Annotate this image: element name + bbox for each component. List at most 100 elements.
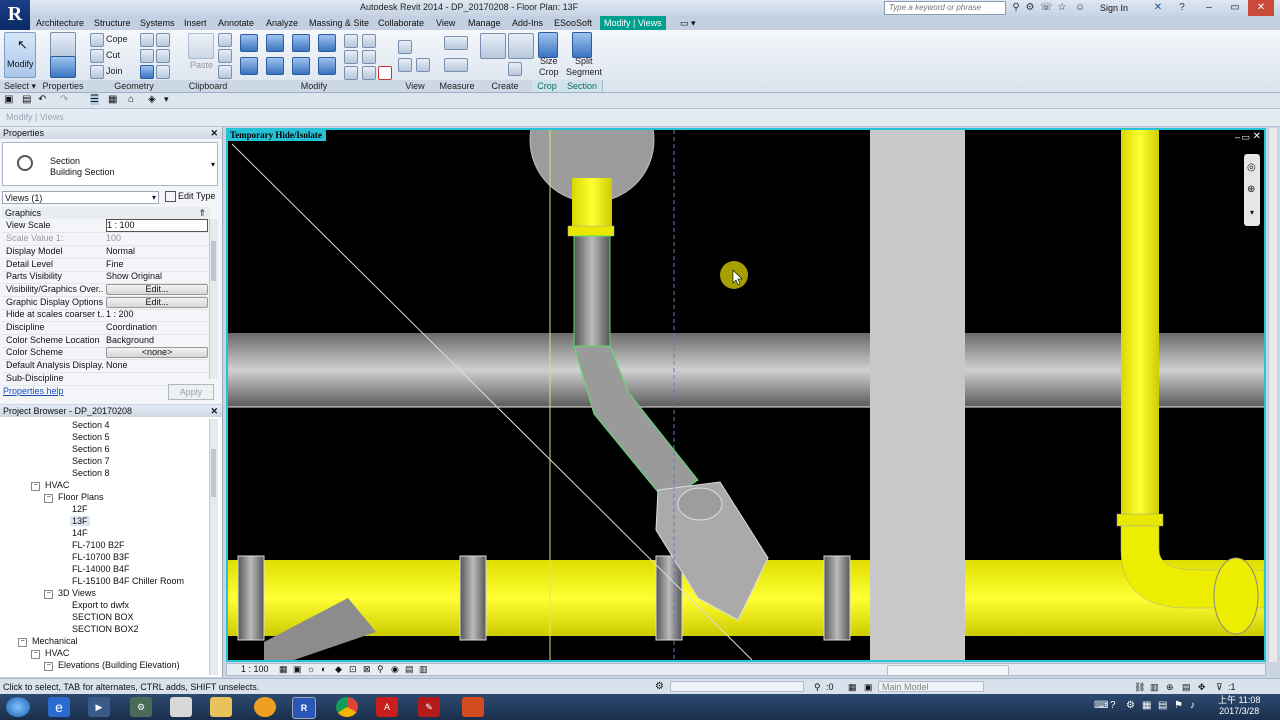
detail-level-icon[interactable]: ▦ bbox=[279, 664, 288, 675]
tree-item[interactable]: SECTION BOX2 bbox=[72, 624, 139, 634]
minimize-view-icon[interactable]: – bbox=[1235, 132, 1240, 142]
collapse-icon[interactable]: − bbox=[44, 590, 53, 599]
tab-annotate[interactable]: Annotate bbox=[214, 16, 258, 30]
property-row[interactable]: Default Analysis Display... None bbox=[2, 359, 207, 373]
qat-dropdown-icon[interactable]: ▾ bbox=[164, 94, 169, 105]
tree-item[interactable]: Section 4 bbox=[72, 420, 110, 430]
minimize-icon[interactable]: – bbox=[1196, 0, 1222, 16]
section-view-icon[interactable]: ◈ bbox=[148, 94, 156, 105]
tree-item[interactable]: SECTION BOX bbox=[72, 612, 134, 622]
select-pinned-icon[interactable]: ⊕ bbox=[1166, 679, 1174, 695]
yellow-pipe-vertical[interactable] bbox=[1121, 130, 1159, 515]
property-row[interactable]: Hide at scales coarser t... 1 : 200 bbox=[2, 308, 207, 322]
app-orange-icon[interactable] bbox=[254, 697, 276, 717]
favorites-icon[interactable]: ☆ bbox=[1056, 2, 1068, 14]
tree-item[interactable]: HVAC bbox=[45, 648, 69, 658]
steering-wheel-icon[interactable]: ◎ bbox=[1247, 162, 1256, 173]
navigation-bar[interactable]: ◎ ⊕ ▾ bbox=[1244, 154, 1260, 226]
grey-column-vertical[interactable] bbox=[870, 130, 965, 660]
communication-icon[interactable]: ☏ bbox=[1040, 2, 1053, 14]
file-explorer-icon[interactable] bbox=[210, 697, 232, 717]
geometry-tool-3-icon[interactable] bbox=[140, 49, 154, 63]
align-icon[interactable] bbox=[240, 34, 258, 52]
tree-item[interactable]: FL-15100 B4F Chiller Room bbox=[72, 576, 184, 586]
tab-collaborate[interactable]: Collaborate bbox=[374, 16, 428, 30]
thin-lines-icon[interactable]: ☰ bbox=[90, 94, 99, 105]
property-row[interactable]: Discipline Coordination bbox=[2, 321, 207, 335]
tree-item[interactable]: 14F bbox=[72, 528, 88, 538]
offset-icon[interactable] bbox=[266, 34, 284, 52]
pipe-coupling[interactable] bbox=[823, 555, 851, 641]
match-type-icon[interactable] bbox=[218, 65, 232, 79]
join-icon[interactable] bbox=[90, 65, 104, 79]
trim-extend-icon[interactable] bbox=[318, 57, 336, 75]
tree-item[interactable]: FL-14000 B4F bbox=[72, 564, 130, 574]
visual-style-icon[interactable]: ▣ bbox=[293, 664, 302, 675]
linework-icon[interactable] bbox=[416, 58, 430, 72]
utility-icon[interactable]: ⚙ bbox=[130, 697, 152, 717]
tree-item[interactable]: HVAC bbox=[45, 480, 69, 490]
grey-pipe-vertical[interactable] bbox=[573, 235, 611, 347]
dimension-icon[interactable] bbox=[444, 58, 468, 72]
geometry-tool-4-icon[interactable] bbox=[156, 49, 170, 63]
unpin-icon[interactable] bbox=[362, 66, 376, 80]
shadows-icon[interactable]: ◐ bbox=[321, 664, 326, 675]
settings-tray-icon[interactable]: ⚙ bbox=[1126, 700, 1135, 711]
properties-icon[interactable] bbox=[50, 56, 76, 78]
filter-icon[interactable]: ⊽ bbox=[1216, 679, 1223, 695]
split-face-icon[interactable] bbox=[156, 65, 170, 79]
scale-icon[interactable] bbox=[362, 50, 376, 64]
close-icon[interactable]: ✕ bbox=[210, 127, 218, 139]
revit-logo-icon[interactable]: R bbox=[0, 0, 30, 30]
restore-view-icon[interactable]: ▭ bbox=[1241, 132, 1250, 143]
tree-item[interactable]: Section 8 bbox=[72, 468, 110, 478]
start-button[interactable] bbox=[6, 697, 30, 717]
canvas-scrollbar-horizontal[interactable] bbox=[887, 665, 1009, 676]
document-icon[interactable] bbox=[170, 697, 192, 717]
subscription-icon[interactable]: ⚙ bbox=[1024, 2, 1036, 14]
split-gap-icon[interactable] bbox=[362, 34, 376, 48]
tab-add-ins[interactable]: Add-Ins bbox=[508, 16, 547, 30]
canvas-scrollbar-vertical[interactable] bbox=[1268, 128, 1277, 662]
reveal-hidden-icon[interactable]: ◉ bbox=[391, 664, 399, 675]
drawing-area[interactable]: – ▭ ✕ ◎ ⊕ ▾ bbox=[226, 128, 1266, 662]
create-group-icon[interactable] bbox=[508, 33, 534, 59]
tab-modify-views[interactable]: Modify | Views bbox=[600, 16, 666, 30]
open-icon[interactable]: ▣ bbox=[4, 94, 13, 105]
help-tray-icon[interactable]: ? bbox=[1110, 700, 1116, 711]
tree-item[interactable]: 12F bbox=[72, 504, 88, 514]
internet-explorer-icon[interactable]: e bbox=[48, 697, 70, 717]
array-icon[interactable] bbox=[344, 50, 358, 64]
tree-item[interactable]: Section 5 bbox=[72, 432, 110, 442]
property-row[interactable]: Color Scheme <none> bbox=[2, 346, 208, 360]
color-scheme-button[interactable]: <none> bbox=[106, 347, 208, 358]
collapse-icon[interactable]: − bbox=[18, 638, 27, 647]
paste-icon[interactable] bbox=[188, 33, 214, 59]
acrobat-icon[interactable]: ✎ bbox=[418, 697, 440, 717]
crop-view-icon[interactable]: ⊡ bbox=[349, 664, 357, 675]
create-similar-icon[interactable] bbox=[508, 62, 522, 76]
geometry-tool-1-icon[interactable] bbox=[140, 33, 154, 47]
scroll-thumb[interactable] bbox=[211, 449, 216, 497]
hide-element-icon[interactable] bbox=[398, 40, 412, 54]
worksets-icon[interactable]: ⚙ bbox=[655, 679, 664, 695]
property-row[interactable]: Display Model Normal bbox=[2, 245, 207, 259]
undo-icon[interactable]: ↶ bbox=[38, 94, 46, 105]
chrome-icon[interactable] bbox=[336, 697, 358, 717]
tab-massing-site[interactable]: Massing & Site bbox=[305, 16, 373, 30]
tree-item[interactable]: Elevations (Building Elevation) bbox=[58, 660, 180, 670]
sun-path-icon[interactable]: ☼ bbox=[307, 664, 315, 675]
property-row[interactable]: View Scale 1 : 100 bbox=[2, 219, 208, 233]
copy-clipboard-icon[interactable] bbox=[218, 49, 232, 63]
redo-icon[interactable]: ↷ bbox=[60, 94, 68, 105]
tab-manage[interactable]: Manage bbox=[464, 16, 505, 30]
tab-esoosoft[interactable]: ESooSoft bbox=[550, 16, 596, 30]
model-view[interactable] bbox=[228, 130, 1264, 660]
create-parts-icon[interactable] bbox=[480, 33, 506, 59]
tab-view[interactable]: View bbox=[432, 16, 459, 30]
select-links-icon[interactable]: ⛓ bbox=[1134, 679, 1145, 695]
workset-select[interactable] bbox=[670, 681, 804, 692]
collapse-icon[interactable]: − bbox=[44, 662, 53, 671]
view-scale[interactable]: 1 : 100 bbox=[241, 664, 269, 675]
show-crop-icon[interactable]: ⊠ bbox=[363, 664, 371, 675]
